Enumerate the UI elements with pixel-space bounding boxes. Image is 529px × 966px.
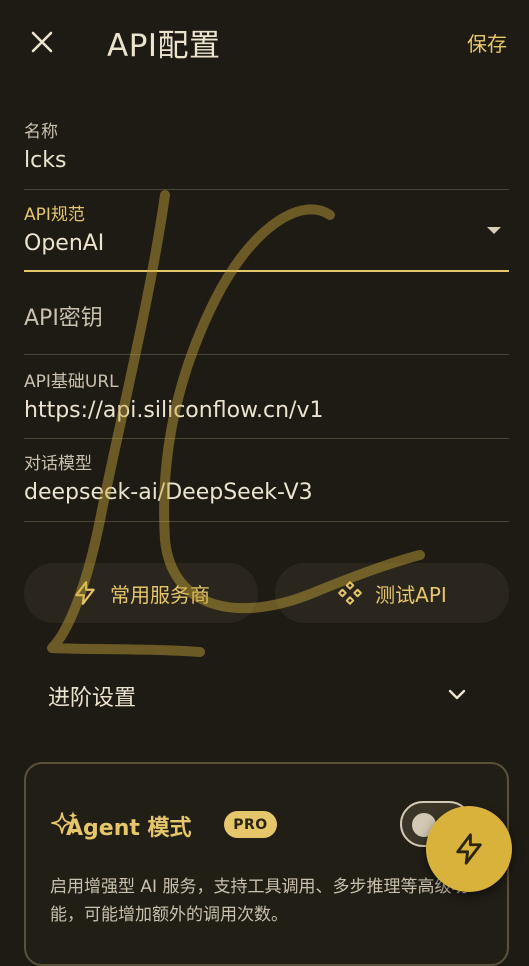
quick-action-fab[interactable] <box>426 806 512 892</box>
close-icon <box>31 31 53 53</box>
test-api-button[interactable]: 测试API <box>275 563 509 623</box>
api-spec-value: OpenAI <box>24 231 105 256</box>
api-key-placeholder: API密钥 <box>24 306 103 331</box>
pro-badge: PRO <box>224 811 277 838</box>
close-button[interactable] <box>22 22 62 62</box>
model-field[interactable]: 对话模型 deepseek-ai/DeepSeek-V3 <box>24 449 509 522</box>
api-spec-label: API规范 <box>24 205 85 225</box>
model-value[interactable]: deepseek-ai/DeepSeek-V3 <box>24 480 509 505</box>
save-button[interactable]: 保存 <box>467 28 507 57</box>
name-field[interactable]: 名称 lcks <box>24 117 509 190</box>
name-value[interactable]: lcks <box>24 148 509 173</box>
base-url-field[interactable]: API基础URL https://api.siliconflow.cn/v1 <box>24 367 509 439</box>
field-underline-active <box>24 270 509 272</box>
test-api-label: 测试API <box>375 582 447 607</box>
model-label: 对话模型 <box>24 454 92 474</box>
advanced-settings-label[interactable]: 进阶设置 <box>48 680 136 712</box>
field-divider <box>24 354 509 355</box>
agent-mode-description: 启用增强型 AI 服务，支持工具调用、多步推理等高级功能，可能增加额外的调用次数… <box>50 877 469 925</box>
lightning-icon <box>75 581 95 605</box>
agent-mode-title: Agent 模式 <box>66 816 192 841</box>
api-spec-dropdown[interactable]: API规范 OpenAI <box>24 200 509 273</box>
field-divider <box>24 521 509 522</box>
top-app-bar: API配置 保存 <box>0 0 529 84</box>
diamond-dots-icon <box>338 581 362 605</box>
field-divider <box>24 189 509 190</box>
providers-button[interactable]: 常用服务商 <box>24 563 258 623</box>
base-url-value[interactable]: https://api.siliconflow.cn/v1 <box>24 398 509 423</box>
name-label: 名称 <box>24 122 58 142</box>
dropdown-arrow-icon <box>487 227 501 234</box>
providers-label: 常用服务商 <box>110 582 210 607</box>
page-title: API配置 <box>107 28 221 64</box>
field-divider <box>24 438 509 439</box>
api-key-field[interactable]: API密钥 <box>24 300 509 356</box>
lightning-icon <box>456 833 482 865</box>
base-url-label: API基础URL <box>24 372 119 392</box>
chevron-down-icon[interactable] <box>447 688 467 702</box>
